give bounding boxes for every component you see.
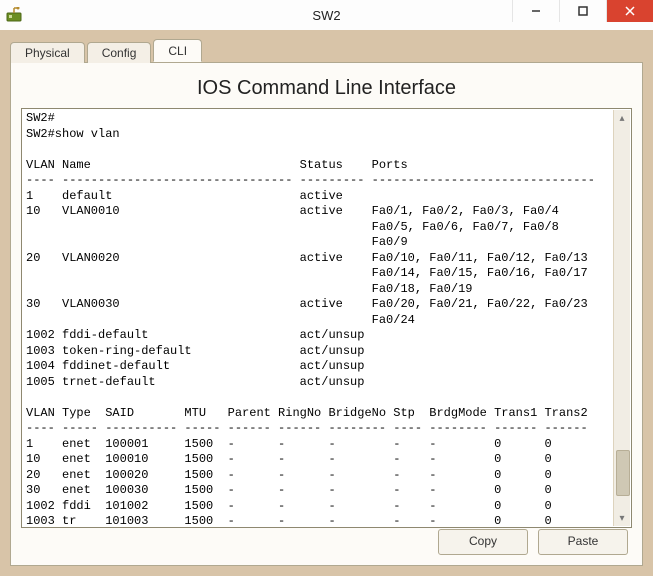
app-icon xyxy=(6,7,22,23)
cli-button-row: Copy Paste xyxy=(438,529,628,555)
tab-strip: Physical Config CLI xyxy=(10,38,643,62)
cli-heading: IOS Command Line Interface xyxy=(21,77,632,100)
scroll-down-icon[interactable]: ▾ xyxy=(614,510,630,526)
terminal-scrollbar[interactable]: ▴ ▾ xyxy=(613,110,630,526)
terminal-area[interactable]: SW2# SW2#show vlan VLAN Name Status Port… xyxy=(21,108,632,528)
paste-button[interactable]: Paste xyxy=(538,529,628,555)
tab-content: IOS Command Line Interface SW2# SW2#show… xyxy=(10,62,643,566)
maximize-button[interactable] xyxy=(559,0,606,22)
terminal-output[interactable]: SW2# SW2#show vlan VLAN Name Status Port… xyxy=(26,111,631,527)
tab-physical[interactable]: Physical xyxy=(10,42,85,63)
scroll-up-icon[interactable]: ▴ xyxy=(614,110,630,126)
scroll-thumb[interactable] xyxy=(616,450,630,496)
tab-config[interactable]: Config xyxy=(87,42,152,63)
window-titlebar: SW2 xyxy=(0,0,653,31)
window-controls xyxy=(512,0,653,30)
copy-button[interactable]: Copy xyxy=(438,529,528,555)
close-button[interactable] xyxy=(606,0,653,22)
window-body: Physical Config CLI IOS Command Line Int… xyxy=(0,30,653,576)
tab-cli[interactable]: CLI xyxy=(153,39,202,62)
minimize-button[interactable] xyxy=(512,0,559,22)
